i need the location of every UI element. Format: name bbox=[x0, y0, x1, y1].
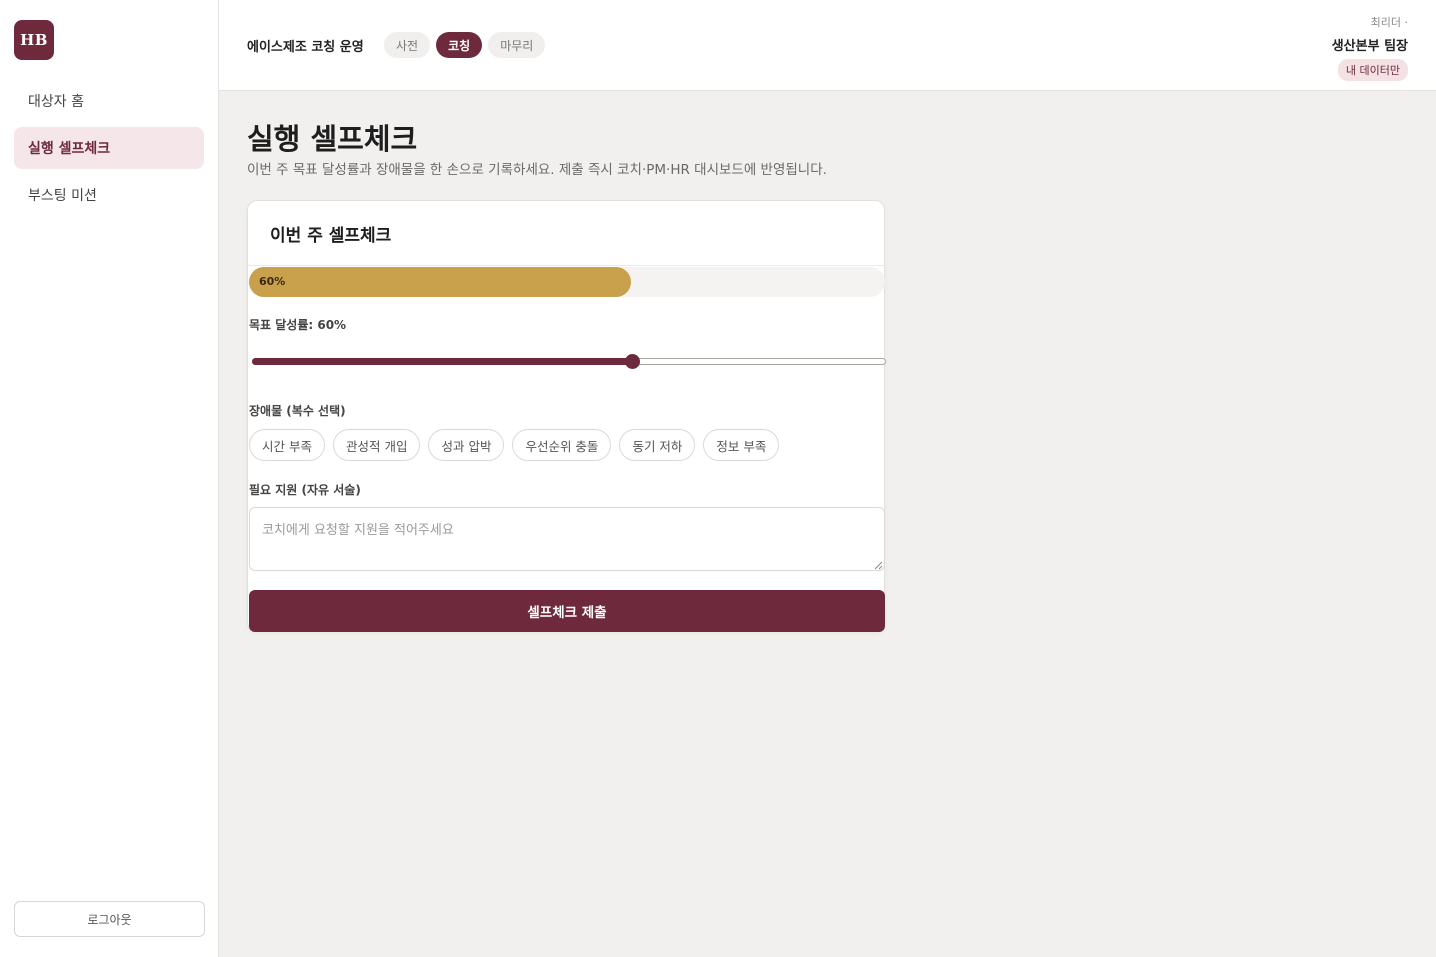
progress-bar: 60% bbox=[249, 267, 885, 297]
support-label: 필요 지원 (자유 서술) bbox=[249, 483, 361, 497]
tab-pre[interactable]: 사전 bbox=[384, 32, 431, 58]
support-textarea[interactable] bbox=[249, 507, 885, 571]
obstacle-chips: 시간 부족 관성적 개입 성과 압박 우선순위 충돌 동기 저하 정보 부족 bbox=[249, 429, 780, 461]
app-logo: HB bbox=[14, 20, 54, 60]
submit-button[interactable]: 셀프체크 제출 bbox=[249, 590, 885, 632]
sidebar: HB 대상자 홈 실행 셀프체크 부스팅 미션 로그아웃 bbox=[0, 0, 219, 957]
user-name: 생산본부 팀장 bbox=[1331, 39, 1408, 54]
progress-bar-fill bbox=[249, 267, 631, 297]
tab-wrap-up[interactable]: 마무리 bbox=[488, 32, 546, 58]
obstacle-chip-lack-of-time[interactable]: 시간 부족 bbox=[249, 429, 325, 461]
card-divider bbox=[248, 265, 884, 266]
tab-coaching[interactable]: 코칭 bbox=[436, 32, 483, 58]
obstacles-label: 장애물 (복수 선택) bbox=[249, 404, 346, 418]
org-name: 에이스제조 코칭 운영 bbox=[247, 40, 364, 55]
obstacle-chip-priority-conflict[interactable]: 우선순위 충돌 bbox=[512, 429, 612, 461]
card-title: 이번 주 셀프체크 bbox=[270, 226, 392, 246]
goal-rate-label: 목표 달성률: 60% bbox=[249, 318, 347, 332]
page-subtitle: 이번 주 목표 달성률과 장애물을 한 손으로 기록하세요. 제출 즉시 코치·… bbox=[247, 162, 827, 178]
progress-label: 60% bbox=[259, 275, 286, 288]
resize-handle-icon[interactable] bbox=[874, 561, 883, 570]
obstacle-chip-habitual-intervention[interactable]: 관성적 개입 bbox=[332, 429, 421, 461]
sidebar-item-label: 부스팅 미션 bbox=[28, 188, 97, 204]
user-info: 최리더 · 생산본부 팀장 내 데이터만 bbox=[1332, 14, 1408, 81]
logout-button[interactable]: 로그아웃 bbox=[14, 901, 205, 937]
sidebar-item-label: 대상자 홈 bbox=[28, 94, 84, 110]
phase-tabs: 사전 코칭 마무리 bbox=[384, 32, 546, 58]
sidebar-item-boosting-mission[interactable]: 부스팅 미션 bbox=[14, 174, 204, 216]
obstacle-chip-performance-pressure[interactable]: 성과 압박 bbox=[428, 429, 505, 461]
user-role: 최리더 · bbox=[1370, 16, 1408, 29]
obstacle-chip-lack-of-info[interactable]: 정보 부족 bbox=[703, 429, 780, 461]
sidebar-item-home[interactable]: 대상자 홈 bbox=[14, 80, 204, 122]
goal-rate-slider[interactable] bbox=[252, 354, 886, 369]
page-title: 실행 셀프체크 bbox=[247, 122, 418, 156]
data-scope-badge: 내 데이터만 bbox=[1337, 59, 1408, 81]
slider-thumb[interactable] bbox=[625, 354, 641, 369]
top-header: 에이스제조 코칭 운영 사전 코칭 마무리 최리더 · 생산본부 팀장 내 데이… bbox=[219, 0, 1436, 91]
slider-fill bbox=[252, 358, 633, 365]
sidebar-item-label: 실행 셀프체크 bbox=[28, 141, 111, 157]
self-check-card: 이번 주 셀프체크 60% 목표 달성률: 60% 장애물 (복수 선택) 시간… bbox=[247, 200, 886, 632]
obstacle-chip-low-motivation[interactable]: 동기 저하 bbox=[619, 429, 696, 461]
sidebar-nav: 대상자 홈 실행 셀프체크 부스팅 미션 bbox=[14, 80, 204, 221]
sidebar-item-self-check[interactable]: 실행 셀프체크 bbox=[14, 127, 204, 169]
